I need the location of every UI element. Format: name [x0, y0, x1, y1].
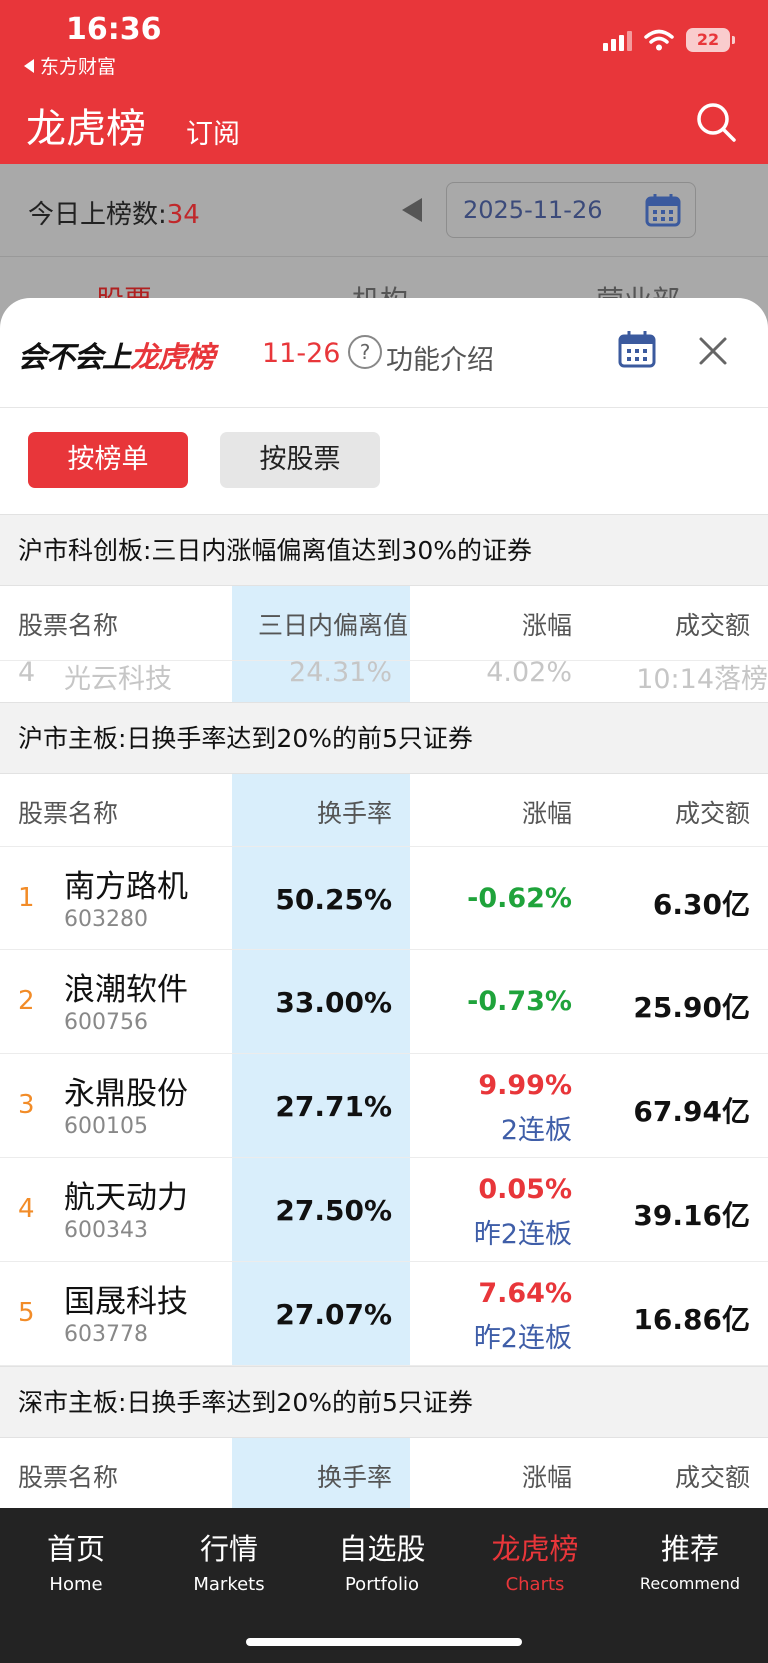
row-rank: 4 — [18, 1194, 35, 1224]
stock-name: 永鼎股份 — [64, 1076, 188, 1112]
col-amount-header: 成交额 — [674, 1463, 750, 1492]
by-stock-toggle[interactable]: 按股票 — [220, 432, 380, 488]
top-bar: 16:36 东方财富 22 龙虎榜 订阅 — [0, 0, 768, 164]
stock-name: 国晟科技 — [64, 1284, 188, 1320]
row-rank: 1 — [18, 883, 35, 913]
limit-up-streak: 昨2连板 — [473, 1323, 572, 1354]
amount-value: 67.94亿 — [633, 1095, 750, 1128]
calendar-icon[interactable] — [618, 330, 656, 368]
col-change-header: 涨幅 — [521, 611, 572, 640]
change-value: 0.05% — [478, 1174, 572, 1205]
change-value: -0.62% — [467, 883, 572, 914]
tab-charts[interactable]: 龙虎榜 Charts — [459, 1526, 611, 1595]
stock-code: 603280 — [64, 907, 148, 932]
search-icon[interactable] — [694, 100, 738, 144]
change-value: -0.73% — [467, 986, 572, 1017]
section-title: 沪市科创板:三日内涨幅偏离值达到30%的证券 — [0, 514, 768, 586]
turnover-value: 33.00% — [275, 986, 392, 1019]
table-row[interactable]: 2 浪潮软件 600756 33.00% -0.73% 25.90亿 — [0, 950, 768, 1054]
bottom-sheet: 会不会上龙虎榜 11-26 ? 功能介绍 按榜单 按股票 沪市科创板:三日内涨幅… — [0, 298, 768, 1508]
tab-markets[interactable]: 行情 Markets — [153, 1526, 305, 1595]
col-name-header: 股票名称 — [18, 1463, 119, 1492]
change-value: 7.64% — [478, 1278, 572, 1309]
row-amount: 10:14落榜 — [636, 664, 768, 695]
stock-code: 600105 — [64, 1114, 148, 1139]
row-change: 4.02% — [486, 660, 572, 688]
table-row[interactable]: 3 永鼎股份 600105 27.71% 9.99% 2连板 67.94亿 — [0, 1054, 768, 1158]
stock-code: 600756 — [64, 1010, 148, 1035]
back-to-app-link[interactable]: 东方财富 — [24, 52, 116, 79]
stock-code: 600343 — [64, 1218, 148, 1243]
amount-value: 6.30亿 — [652, 888, 750, 921]
turnover-value: 27.07% — [275, 1298, 392, 1331]
section-title: 沪市主板:日换手率达到20%的前5只证券 — [0, 702, 768, 774]
status-icons: 22 — [603, 28, 735, 52]
col-deviation-header: 三日内偏离值 — [257, 611, 408, 640]
col-change-header: 涨幅 — [521, 1463, 572, 1492]
summary-row: 今日上榜数:34 2025-11-26 — [0, 164, 768, 256]
tab-portfolio[interactable]: 自选股 Portfolio — [306, 1526, 458, 1595]
sheet-date: 11-26 — [262, 338, 341, 369]
by-list-toggle[interactable]: 按榜单 — [28, 432, 188, 488]
col-amount-header: 成交额 — [674, 799, 750, 828]
row-name: 光云科技 — [64, 664, 172, 695]
subscribe-button[interactable]: 订阅 — [186, 112, 240, 151]
table-row[interactable]: 1 南方路机 603280 50.25% -0.62% 6.30亿 — [0, 846, 768, 950]
wifi-icon — [644, 29, 674, 51]
today-count: 34 — [166, 200, 200, 230]
feature-intro-link[interactable]: 功能介绍 — [386, 338, 494, 377]
row-value: 24.31% — [289, 660, 392, 688]
table-row[interactable]: 4 光云科技 24.31% 4.02% 10:14落榜 — [0, 660, 768, 702]
col-amount-header: 成交额 — [674, 611, 750, 640]
col-turnover-header: 换手率 — [316, 799, 392, 828]
stock-name: 南方路机 — [64, 869, 188, 905]
table-header: 股票名称 换手率 涨幅 成交额 — [0, 1438, 768, 1508]
status-time: 16:36 — [66, 12, 162, 47]
col-name-header: 股票名称 — [18, 611, 119, 640]
col-name-header: 股票名称 — [18, 799, 119, 828]
row-rank: 2 — [18, 986, 35, 1016]
row-rank: 5 — [18, 1298, 35, 1328]
stock-name: 浪潮软件 — [64, 972, 188, 1008]
table-row[interactable]: 4 航天动力 600343 27.50% 0.05% 昨2连板 39.16亿 — [0, 1158, 768, 1262]
cellular-signal-icon — [603, 29, 632, 51]
prev-date-arrow-icon[interactable] — [402, 198, 422, 222]
calendar-icon — [645, 194, 681, 227]
amount-value: 16.86亿 — [633, 1303, 750, 1336]
turnover-value: 27.71% — [275, 1090, 392, 1123]
amount-value: 25.90亿 — [633, 991, 750, 1024]
stock-name: 航天动力 — [64, 1180, 188, 1216]
row-rank: 4 — [18, 660, 36, 688]
table-header: 股票名称 换手率 涨幅 成交额 — [0, 774, 768, 846]
home-indicator[interactable] — [246, 1638, 522, 1646]
battery-icon: 22 — [686, 28, 735, 52]
tab-home[interactable]: 首页 Home — [0, 1526, 152, 1595]
back-app-label: 东方财富 — [40, 56, 117, 78]
change-value: 9.99% — [478, 1070, 572, 1101]
date-value: 2025-11-26 — [463, 196, 603, 224]
limit-up-streak: 2连板 — [500, 1115, 572, 1146]
table-row[interactable]: 5 国晟科技 603778 27.07% 7.64% 昨2连板 16.86亿 — [0, 1262, 768, 1366]
date-picker[interactable]: 2025-11-26 — [446, 182, 696, 238]
row-rank: 3 — [18, 1090, 35, 1120]
col-turnover-header: 换手率 — [316, 1463, 392, 1492]
amount-value: 39.16亿 — [633, 1199, 750, 1232]
close-icon[interactable] — [696, 334, 730, 368]
col-change-header: 涨幅 — [521, 799, 572, 828]
limit-up-streak: 昨2连板 — [473, 1219, 572, 1250]
tab-recommend[interactable]: 推荐 Recommend — [612, 1526, 768, 1593]
turnover-value: 50.25% — [275, 883, 392, 916]
bottom-tab-bar: 首页 Home 行情 Markets 自选股 Portfolio 龙虎榜 Charts … — [0, 1508, 768, 1663]
section-title: 深市主板:日换手率达到20%的前5只证券 — [0, 1366, 768, 1438]
back-arrow-icon — [24, 58, 34, 73]
page-title: 龙虎榜 — [26, 106, 146, 152]
sheet-header: 会不会上龙虎榜 11-26 ? 功能介绍 — [0, 298, 768, 408]
sheet-brand-logo: 会不会上龙虎榜 — [18, 340, 215, 374]
help-icon[interactable]: ? — [348, 335, 382, 369]
today-count-label: 今日上榜数:34 — [28, 200, 200, 230]
stock-code: 603778 — [64, 1322, 148, 1347]
turnover-value: 27.50% — [275, 1194, 392, 1227]
table-header: 股票名称 三日内偏离值 涨幅 成交额 — [0, 586, 768, 658]
